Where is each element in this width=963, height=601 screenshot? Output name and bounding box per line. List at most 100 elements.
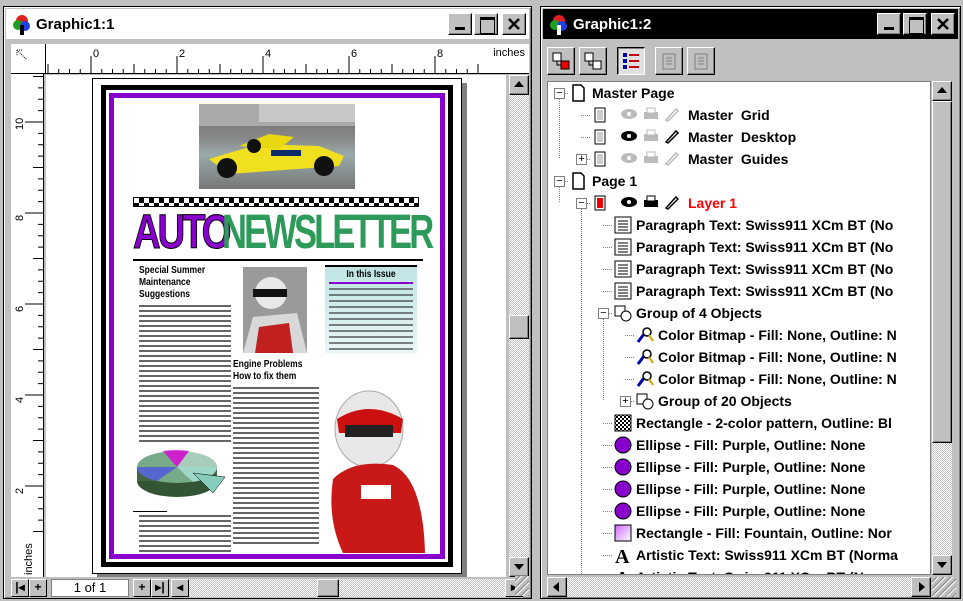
edit-pencil-icon[interactable]	[664, 194, 680, 213]
tree-item[interactable]: Layer 1	[592, 192, 737, 214]
first-page-button[interactable]: |◂	[11, 579, 29, 597]
drawing-canvas[interactable]: AUTO NEWSLETTER Special Summer Maintenan…	[46, 75, 506, 577]
tree-item[interactable]: Paragraph Text: Swiss911 XCm BT (No	[614, 280, 893, 302]
tree-item[interactable]: Ellipse - Fill: Purple, Outline: None	[614, 478, 865, 500]
driver-photo[interactable]	[243, 267, 307, 353]
tree-item[interactable]: Color Bitmap - Fill: None, Outline: N	[636, 346, 897, 368]
tree-scroll-down-button[interactable]	[932, 555, 952, 575]
tree-item[interactable]: Rectangle - 2-color pattern, Outline: Bl	[614, 412, 892, 434]
app-icon[interactable]	[10, 13, 32, 35]
in-this-issue-box[interactable]: In this Issue	[325, 265, 417, 353]
collapse-toggle[interactable]: −	[576, 198, 587, 209]
edit-pencil-icon[interactable]	[664, 150, 680, 169]
horizontal-scroll-track[interactable]	[189, 579, 505, 597]
tree-item[interactable]: Master Page	[570, 82, 674, 104]
show-object-properties-button[interactable]	[617, 47, 645, 75]
visibility-eye-icon[interactable]	[620, 107, 638, 124]
tree-item[interactable]: Group of 20 Objects	[636, 390, 792, 412]
tree-scroll-thumb[interactable]	[932, 101, 952, 443]
tree-item[interactable]: Master Grid	[592, 104, 770, 126]
tree-item[interactable]: Page 1	[570, 170, 637, 192]
tree-item[interactable]: Master Guides	[592, 148, 788, 170]
minimize-button[interactable]	[448, 13, 472, 35]
resize-grip[interactable]	[515, 576, 529, 596]
insert-page-after-button[interactable]: +	[133, 579, 151, 597]
scroll-left-button[interactable]: ◂	[171, 579, 189, 597]
minimize-button[interactable]	[877, 13, 901, 35]
tree-item[interactable]: Ellipse - Fill: Purple, Outline: None	[614, 500, 865, 522]
edit-pencil-icon[interactable]	[664, 128, 680, 147]
tree-item[interactable]: Rectangle - Fill: Fountain, Outline: Nor	[614, 522, 892, 544]
tree-item[interactable]: Paragraph Text: Swiss911 XCm BT (No	[614, 214, 893, 236]
window2-titlebar[interactable]: Graphic1:2	[543, 9, 958, 39]
object-tree[interactable]: − Master Page Master Grid Master Desktop + Ma…	[547, 81, 931, 575]
article1-body-text[interactable]	[139, 305, 231, 445]
collapse-toggle[interactable]: −	[554, 176, 565, 187]
resize-grip[interactable]	[932, 577, 956, 597]
tree-item[interactable]: Paragraph Text: Swiss911 XCm BT (No	[614, 258, 893, 280]
close-button[interactable]	[502, 13, 526, 35]
page-indicator[interactable]: 1 of 1	[51, 579, 129, 597]
expand-toggle[interactable]: +	[620, 396, 631, 407]
app-icon[interactable]	[547, 13, 569, 35]
printer-icon[interactable]	[642, 107, 660, 124]
collapse-toggle[interactable]: −	[554, 88, 565, 99]
tree-guide-line	[559, 93, 560, 159]
visibility-eye-icon[interactable]	[620, 151, 638, 168]
tree-vertical-scrollbar[interactable]	[932, 81, 952, 575]
move-up-button[interactable]	[655, 47, 683, 75]
printer-icon[interactable]	[642, 151, 660, 168]
tree-connector	[625, 335, 635, 336]
printer-icon[interactable]	[642, 195, 660, 212]
maximize-button[interactable]	[903, 13, 927, 35]
last-page-button[interactable]: ▸|	[151, 579, 169, 597]
maximize-button[interactable]	[474, 13, 498, 35]
ruler-origin[interactable]	[11, 44, 46, 74]
race-car-photo[interactable]	[199, 104, 355, 189]
vertical-scroll-thumb[interactable]	[509, 315, 529, 339]
vertical-ruler[interactable]: 10 8 6 4 2 inches	[11, 74, 44, 577]
newsletter-title[interactable]: AUTO NEWSLETTER	[133, 208, 435, 257]
insert-page-before-button[interactable]: +	[29, 579, 47, 597]
vertical-scrollbar[interactable]	[509, 75, 529, 577]
tree-item[interactable]: A Artistic Text: Swiss911 XCm BT (Norma	[614, 544, 898, 568]
tree-item[interactable]: Color Bitmap - Fill: None, Outline: N	[636, 368, 897, 390]
scroll-down-button[interactable]	[509, 557, 529, 577]
article3-body-text[interactable]	[139, 515, 231, 555]
new-master-layer-button[interactable]	[579, 47, 607, 75]
tree-item[interactable]: A Artistic Text: Swiss911 XCm BT (Norma	[614, 566, 898, 574]
tree-item[interactable]: Ellipse - Fill: Purple, Outline: None	[614, 434, 865, 456]
ruler-v-label: 6	[14, 306, 26, 312]
collapse-toggle[interactable]: −	[598, 308, 609, 319]
article1-heading[interactable]: Special Summer Maintenance Suggestions	[139, 265, 216, 301]
tree-horizontal-scrollbar[interactable]	[547, 577, 931, 597]
tree-item[interactable]: Ellipse - Fill: Purple, Outline: None	[614, 456, 865, 478]
edit-pencil-icon[interactable]	[664, 106, 680, 125]
scroll-up-button[interactable]	[509, 75, 529, 95]
expand-toggle[interactable]: +	[576, 154, 587, 165]
visibility-eye-icon[interactable]	[620, 195, 638, 212]
tree-item-label: Master Grid	[688, 107, 770, 123]
close-button[interactable]	[931, 13, 955, 35]
pie-chart-graphic[interactable]	[133, 437, 229, 507]
printer-icon[interactable]	[642, 129, 660, 146]
tree-item[interactable]: Color Bitmap - Fill: None, Outline: N	[636, 324, 897, 346]
horizontal-ruler[interactable]: 0 2 4 6 8 inches	[46, 44, 529, 74]
visibility-eye-icon[interactable]	[620, 129, 638, 146]
tree-item-label: Ellipse - Fill: Purple, Outline: None	[636, 459, 866, 475]
article2-body-text[interactable]	[233, 387, 319, 547]
tree-scroll-left-button[interactable]	[547, 577, 567, 597]
window1-titlebar[interactable]: Graphic1:1	[6, 9, 529, 39]
article2-heading[interactable]: Engine Problems How to fix them	[233, 359, 311, 383]
tree-item[interactable]: Group of 4 Objects	[614, 302, 762, 324]
tree-scroll-right-button[interactable]	[911, 577, 931, 597]
new-layer-button[interactable]	[547, 47, 575, 75]
tree-item[interactable]: Paragraph Text: Swiss911 XCm BT (No	[614, 236, 893, 258]
racer-cutout-photo[interactable]	[323, 389, 425, 553]
tree-scroll-up-button[interactable]	[932, 81, 952, 101]
horizontal-scroll-thumb[interactable]	[317, 579, 339, 597]
tree-item-label: Ellipse - Fill: Purple, Outline: None	[636, 437, 866, 453]
move-down-button[interactable]	[687, 47, 715, 75]
tree-item[interactable]: Master Desktop	[592, 126, 796, 148]
document-page[interactable]: AUTO NEWSLETTER Special Summer Maintenan…	[92, 78, 462, 574]
